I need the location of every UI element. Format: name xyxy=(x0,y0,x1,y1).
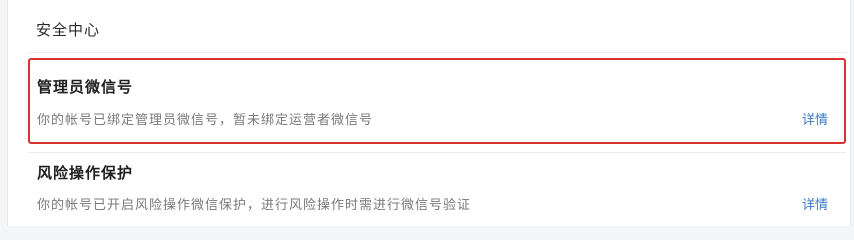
security-center-panel: 安全中心 管理员微信号 你的帐号已绑定管理员微信号，暂未绑定运营者微信号 详情 … xyxy=(7,0,851,226)
section-risk-protection: 风险操作保护 你的帐号已开启风险操作微信保护，进行风险操作时需进行微信号验证 详… xyxy=(28,152,846,226)
risk-protection-details-link[interactable]: 详情 xyxy=(802,194,828,213)
highlight-box xyxy=(28,58,846,144)
header-divider xyxy=(28,52,846,53)
page-title: 安全中心 xyxy=(36,21,101,39)
section-desc-risk-protection: 你的帐号已开启风险操作微信保护，进行风险操作时需进行微信号验证 xyxy=(37,198,472,213)
section-title-risk-protection: 风险操作保护 xyxy=(37,164,134,182)
